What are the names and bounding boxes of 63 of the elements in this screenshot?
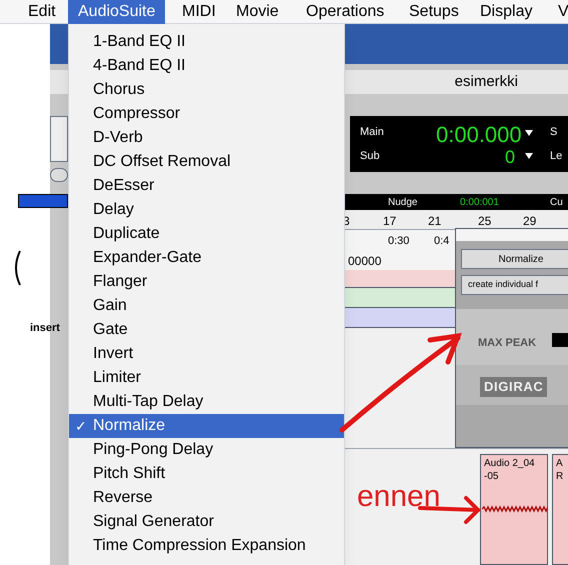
menu-option[interactable]: Multi-Tap Delay	[69, 390, 344, 414]
nudge-value: 0:00:001	[460, 196, 499, 210]
menu-option[interactable]: Duplicate	[69, 222, 344, 246]
counter-label: Main	[360, 125, 384, 140]
menu-option[interactable]: Invert	[69, 342, 344, 366]
round-toggle-control[interactable]	[50, 168, 68, 182]
menu-option[interactable]: Delay	[69, 198, 344, 222]
menu-item[interactable]: Movie	[226, 0, 289, 24]
menu-item[interactable]: Display	[470, 0, 542, 24]
menu-option[interactable]: Signal Generator	[69, 510, 344, 534]
ruler-number: 21	[428, 213, 442, 230]
dropdown-arrow-icon	[525, 130, 533, 136]
clip-name: R	[556, 470, 564, 483]
max-peak-label: MAX PEAK	[478, 336, 536, 351]
ruler-number: 17	[383, 213, 396, 230]
check-icon: ✓	[75, 416, 87, 436]
track-label: insert	[30, 321, 60, 336]
ruler-time: 0:30	[388, 234, 410, 249]
menu-option[interactable]: DeEsser	[69, 174, 344, 198]
menu-option[interactable]: Chorus	[69, 78, 344, 102]
menu-option[interactable]: Limiter	[69, 366, 344, 390]
clip-name: Audio 2_04	[484, 457, 536, 470]
menu-option[interactable]: Ping-Pong Delay	[69, 438, 344, 462]
menu-option[interactable]: Expander-Gate	[69, 246, 344, 270]
menu-item[interactable]: Operations	[296, 0, 394, 24]
menu-option[interactable]: Reverse	[69, 486, 344, 510]
menu-option[interactable]: Pitch Shift	[69, 462, 344, 486]
menu-option[interactable]: ✓ Normalize	[69, 414, 344, 438]
main-counter-value: 0:00.000	[436, 121, 522, 149]
menu-item[interactable]: Edit	[18, 0, 66, 24]
max-peak-field[interactable]	[552, 333, 568, 347]
brand-logo: DIGIRAC	[480, 377, 548, 396]
clip-name: A	[556, 457, 564, 470]
menu-option[interactable]: 4-Band EQ II	[69, 54, 344, 78]
menu-option[interactable]: Flanger	[69, 270, 344, 294]
counter-label: S	[550, 125, 558, 140]
dropdown-arrow-icon	[525, 153, 533, 159]
clip-name: -05	[484, 470, 500, 483]
mode-button[interactable]: create individual f	[461, 275, 568, 295]
ruler-number: 25	[478, 213, 492, 230]
menu-item[interactable]: MIDI	[172, 0, 226, 24]
menu-option[interactable]: Gate	[69, 318, 344, 342]
ruler-number: 29	[523, 213, 536, 230]
menu-option[interactable]: 1-Band EQ II	[69, 30, 344, 54]
menu-item[interactable]: AudioSuite	[68, 0, 166, 24]
menu-option[interactable]: D-Verb	[69, 126, 344, 150]
menu-option[interactable]: Gain	[69, 294, 344, 318]
waveform	[482, 504, 548, 514]
grid-mode-button[interactable]	[18, 194, 68, 208]
menu-option[interactable]: Compressor	[69, 102, 344, 126]
window-title: esimerkki	[454, 72, 518, 92]
nudge-next-label: Cu	[550, 196, 563, 210]
counter-label: Le	[550, 149, 562, 164]
menu-option[interactable]: Time Compression Expansion	[69, 534, 344, 558]
annotation-text: ennen	[357, 482, 440, 512]
ruler-time: 0:4	[434, 234, 450, 249]
normalize-button[interactable]: Normalize	[461, 249, 568, 269]
counter-digits: 00000	[348, 253, 382, 270]
nudge-label: Nudge	[388, 196, 418, 210]
menu-item[interactable]: Setups	[399, 0, 469, 24]
menu-option[interactable]: DC Offset Removal	[69, 150, 344, 174]
sub-counter-value: 0	[505, 146, 516, 169]
counter-label: Sub	[360, 149, 380, 164]
